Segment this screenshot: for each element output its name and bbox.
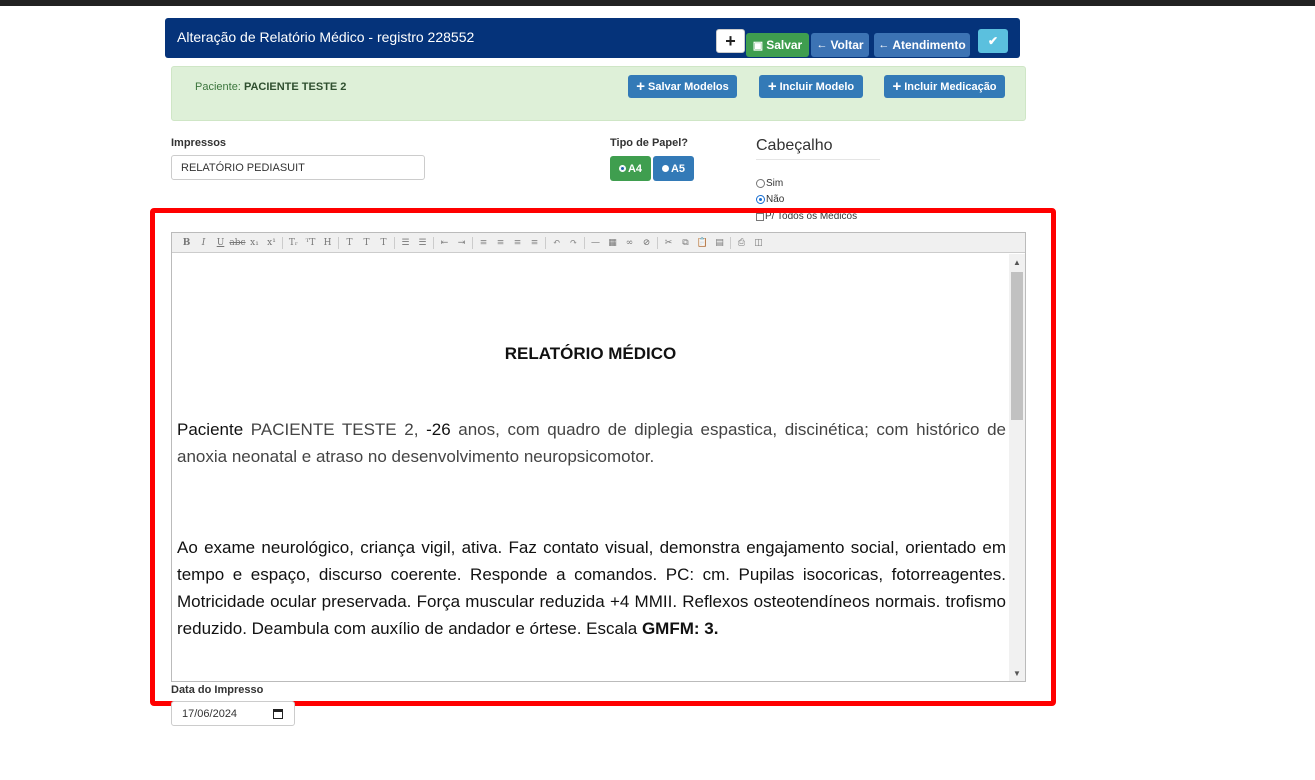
radio-sim-label: Sim [766,178,784,189]
date-value: 17/06/2024 [182,708,238,720]
patient-label-text: Paciente: [195,81,241,93]
radio-icon [661,165,669,172]
arrow-left-icon: ← [878,39,890,51]
impressos-select[interactable]: RELATÓRIO PEDIASUIT [171,155,425,180]
confirm-button[interactable]: ✔ [978,29,1008,53]
back-button-label: Voltar [830,38,864,52]
include-model-label: Incluir Modelo [779,80,855,93]
impressos-label: Impressos [171,137,227,149]
page-title: Alteração de Relatório Médico - registro… [177,29,475,45]
arrow-left-icon: ← [816,39,828,51]
back-button[interactable]: ← Voltar [811,33,869,57]
add-button[interactable]: + [716,29,745,53]
paper-a5-button[interactable]: A5 [653,156,694,181]
save-button[interactable]: ▣ Salvar [746,33,809,57]
save-models-button[interactable]: + Salvar Modelos [628,75,737,98]
patient-name: PACIENTE TESTE 2 [243,81,347,93]
include-medication-label: Incluir Medicação [904,80,997,93]
atendimento-button[interactable]: ← Atendimento [874,33,970,57]
page-header: Alteração de Relatório Médico - registro… [165,18,1020,58]
plus-icon: + [767,78,777,95]
paper-a4-label: A4 [627,162,643,175]
highlight-frame [150,208,1056,706]
floppy-icon: ▣ [752,39,764,52]
paper-type-label: Tipo de Papel? [610,137,689,149]
radio-sim[interactable] [756,179,765,188]
patient-panel: Paciente: PACIENTE TESTE 2 + Salvar Mode… [171,66,1026,121]
check-icon: ✔ [987,34,999,48]
divider [756,159,880,160]
top-bar [0,0,1315,6]
radio-selected-icon [618,165,626,172]
paper-a5-label: A5 [670,162,686,175]
cabecalho-option-sim[interactable]: Sim [756,178,783,189]
include-model-button[interactable]: + Incluir Modelo [759,75,863,98]
include-medication-button[interactable]: + Incluir Medicação [884,75,1005,98]
calendar-icon[interactable] [273,709,283,719]
patient-label: Paciente: PACIENTE TESTE 2 [195,81,346,93]
date-input[interactable]: 17/06/2024 [171,701,295,726]
cabecalho-option-nao[interactable]: Não [756,194,784,205]
save-button-label: Salvar [766,38,803,52]
radio-nao[interactable] [756,195,765,204]
atendimento-button-label: Atendimento [892,38,966,52]
paper-a4-button[interactable]: A4 [610,156,651,181]
radio-nao-label: Não [766,194,785,205]
plus-icon: + [892,78,902,95]
plus-icon: + [636,78,646,95]
date-label: Data do Impresso [171,684,264,696]
cabecalho-title: Cabeçalho [756,137,833,154]
save-models-label: Salvar Modelos [648,80,729,93]
